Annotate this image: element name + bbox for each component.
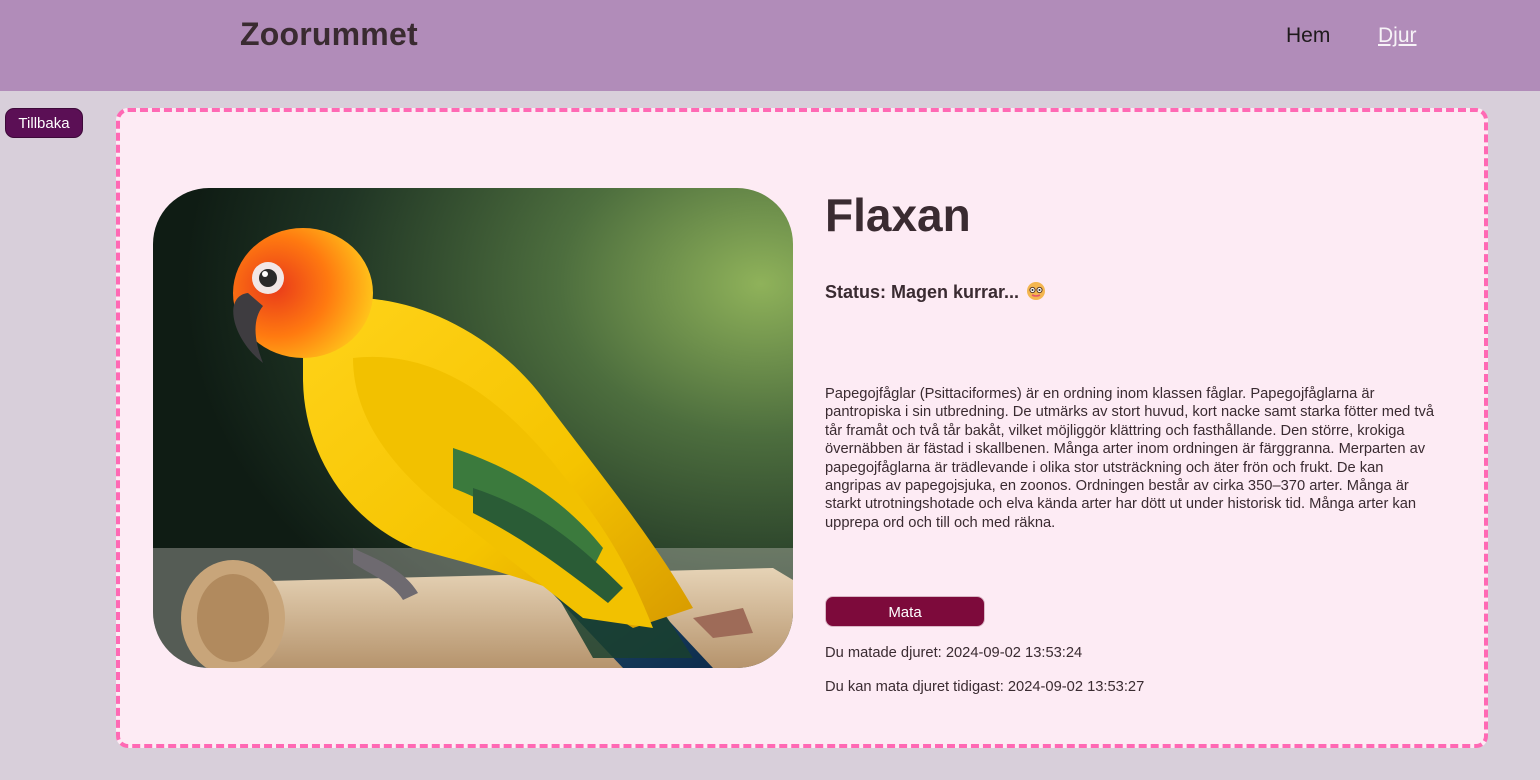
nav-link-djur[interactable]: Djur: [1378, 24, 1417, 48]
back-button[interactable]: Tillbaka: [5, 108, 83, 138]
status-text: Status: Magen kurrar...: [825, 282, 1020, 302]
site-header: Zoorummet Hem Djur: [0, 0, 1540, 91]
animal-description: Papegojfåglar (Psittaciformes) är en ord…: [825, 386, 1434, 531]
animal-photo: [153, 188, 793, 668]
next-feed-text: Du kan mata djuret tidigast: 2024-09-02 …: [825, 679, 1145, 695]
animal-name: Flaxan: [825, 189, 971, 241]
site-logo[interactable]: Zoorummet: [240, 16, 418, 53]
last-fed-text: Du matade djuret: 2024-09-02 13:53:24: [825, 645, 1083, 661]
feed-button[interactable]: Mata: [825, 596, 985, 627]
animal-status: Status: Magen kurrar...: [825, 281, 1046, 303]
hungry-face-emoji-icon: [1026, 281, 1046, 301]
nav-link-hem[interactable]: Hem: [1286, 24, 1330, 48]
parrot-photo: [153, 188, 793, 668]
